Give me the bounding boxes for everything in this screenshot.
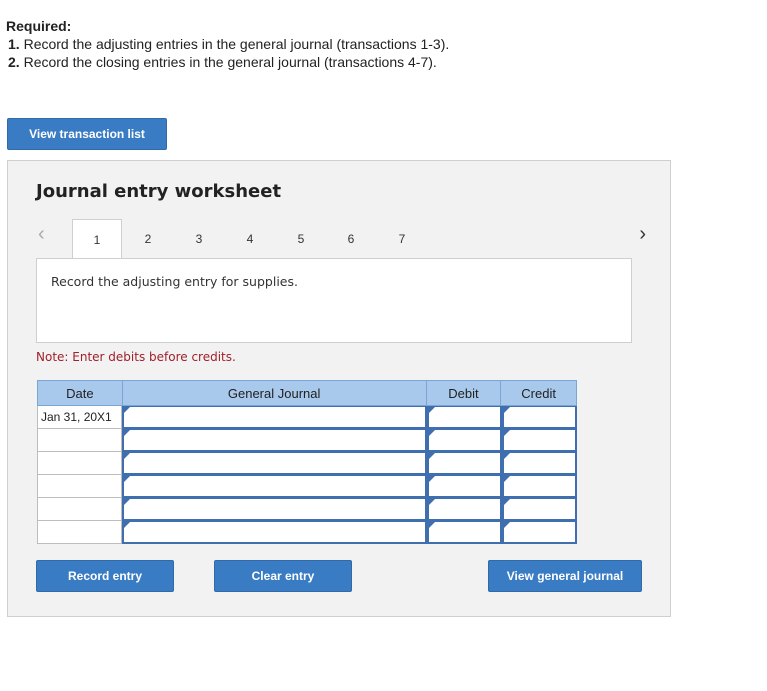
account-input[interactable] — [122, 406, 427, 429]
chevron-left-icon[interactable]: ‹ — [38, 223, 45, 246]
date-cell[interactable] — [37, 475, 122, 498]
tab-6[interactable]: 6 — [326, 219, 376, 259]
tab-5[interactable]: 5 — [276, 219, 326, 259]
column-header-debit: Debit — [427, 381, 502, 405]
journal-header-row: Date General Journal Debit Credit — [37, 380, 577, 406]
tab-2[interactable]: 2 — [123, 219, 173, 259]
debit-input[interactable] — [427, 498, 502, 521]
debit-input[interactable] — [427, 406, 502, 429]
journal-table: Date General Journal Debit Credit Jan 31… — [37, 380, 577, 544]
table-row — [37, 498, 577, 521]
column-header-general-journal: General Journal — [123, 381, 427, 405]
view-transaction-list-button[interactable]: View transaction list — [7, 118, 167, 150]
credit-input[interactable] — [502, 475, 577, 498]
account-input[interactable] — [122, 498, 427, 521]
account-input[interactable] — [122, 521, 427, 544]
credit-input[interactable] — [502, 429, 577, 452]
account-input[interactable] — [122, 429, 427, 452]
credit-input[interactable] — [502, 498, 577, 521]
table-row — [37, 429, 577, 452]
table-row — [37, 521, 577, 544]
column-header-date: Date — [38, 381, 123, 405]
date-cell[interactable] — [37, 521, 122, 544]
date-cell[interactable]: Jan 31, 20X1 — [37, 406, 122, 429]
debit-input[interactable] — [427, 475, 502, 498]
required-item-number: 1. — [8, 36, 20, 52]
credit-input[interactable] — [502, 406, 577, 429]
required-item-text: Record the adjusting entries in the gene… — [23, 36, 450, 52]
table-row — [37, 475, 577, 498]
account-input[interactable] — [122, 475, 427, 498]
date-cell[interactable] — [37, 498, 122, 521]
required-instructions: Required: 1. Record the adjusting entrie… — [6, 17, 449, 71]
tab-1[interactable]: 1 — [72, 219, 122, 260]
required-title: Required: — [6, 18, 72, 34]
record-entry-button[interactable]: Record entry — [36, 560, 174, 592]
debit-input[interactable] — [427, 521, 502, 544]
tab-4[interactable]: 4 — [225, 219, 275, 259]
journal-entry-worksheet: Journal entry worksheet ‹ 1 2 3 4 5 6 7 … — [7, 160, 671, 617]
required-item-1: 1. Record the adjusting entries in the g… — [6, 35, 449, 53]
tab-3[interactable]: 3 — [174, 219, 224, 259]
tab-7[interactable]: 7 — [377, 219, 427, 259]
credit-input[interactable] — [502, 521, 577, 544]
debit-input[interactable] — [427, 429, 502, 452]
credit-input[interactable] — [502, 452, 577, 475]
debit-input[interactable] — [427, 452, 502, 475]
chevron-right-icon[interactable]: › — [639, 223, 646, 246]
worksheet-title: Journal entry worksheet — [36, 181, 282, 202]
clear-entry-button[interactable]: Clear entry — [214, 560, 352, 592]
required-item-text: Record the closing entries in the genera… — [23, 54, 437, 70]
column-header-credit: Credit — [521, 385, 556, 401]
transaction-description-box: Record the adjusting entry for supplies. — [36, 258, 632, 343]
table-row: Jan 31, 20X1 — [37, 406, 577, 429]
date-cell[interactable] — [37, 452, 122, 475]
transaction-description: Record the adjusting entry for supplies. — [51, 274, 298, 289]
transaction-tabs: ‹ 1 2 3 4 5 6 7 › — [36, 217, 646, 260]
required-item-2: 2. Record the closing entries in the gen… — [6, 53, 449, 71]
account-input[interactable] — [122, 452, 427, 475]
required-item-number: 2. — [8, 54, 20, 70]
entry-note: Note: Enter debits before credits. — [36, 350, 236, 364]
date-cell[interactable] — [37, 429, 122, 452]
view-general-journal-button[interactable]: View general journal — [488, 560, 642, 592]
table-row — [37, 452, 577, 475]
